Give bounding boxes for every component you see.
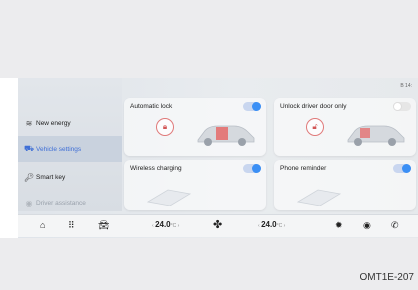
sidebar-item-new-energy[interactable]: ≋ New energy bbox=[18, 110, 122, 136]
right-temp-value: 24.0 bbox=[261, 220, 277, 229]
status-bar: B 14: bbox=[400, 83, 412, 89]
charging-pad-illustration bbox=[146, 189, 192, 206]
sidebar-item-label: New energy bbox=[36, 119, 71, 127]
toggle-knob bbox=[252, 164, 261, 173]
right-temperature[interactable]: ‹ 24.0°C › bbox=[258, 220, 285, 229]
unlock-icon: 🔓︎ bbox=[306, 118, 324, 136]
sidebar-item-top[interactable] bbox=[18, 86, 122, 112]
toggle-knob bbox=[402, 164, 411, 173]
car-illustration bbox=[197, 125, 255, 146]
infotainment-screen: B 14: ≋ New energy ⛟ Vehicle settings 🔑︎… bbox=[18, 78, 418, 238]
toggle-knob bbox=[393, 102, 402, 111]
sidebar-item-driver-assistance[interactable]: ◉ Driver assistance bbox=[18, 190, 122, 216]
toggle-knob bbox=[252, 102, 261, 111]
card-automatic-lock[interactable]: Automatic lock 🔒︎ bbox=[124, 98, 266, 156]
energy-icon: ≋ bbox=[25, 118, 33, 128]
sidebar-item-label: Vehicle settings bbox=[36, 145, 82, 153]
phone-reminder-toggle[interactable] bbox=[393, 164, 411, 173]
card-unlock-driver-door[interactable]: Unlock driver door only 🔓︎ bbox=[274, 98, 416, 156]
bottom-background bbox=[0, 238, 418, 290]
key-icon: 🔑︎ bbox=[23, 172, 35, 182]
card-wireless-charging[interactable]: Wireless charging bbox=[124, 160, 266, 210]
bottom-dock: ⌂ ⠿ 🚘︎ ‹ 24.0°C › ✤ ‹ 24.0°C › ✹ ◉ ✆ bbox=[18, 214, 418, 237]
assist-icon: ◉ bbox=[25, 198, 33, 208]
unlock-driver-door-toggle[interactable] bbox=[393, 102, 411, 111]
sidebar: ≋ New energy ⛟ Vehicle settings 🔑︎ Smart… bbox=[18, 78, 122, 211]
home-icon[interactable]: ⌂ bbox=[40, 220, 45, 230]
lock-icon: 🔒︎ bbox=[156, 118, 174, 136]
figure-code: OMT1E-207 bbox=[359, 272, 414, 283]
left-temperature[interactable]: ‹ 24.0°C › bbox=[152, 220, 179, 229]
card-title: Phone reminder bbox=[280, 165, 327, 172]
card-title: Unlock driver door only bbox=[280, 103, 347, 110]
wireless-charging-toggle[interactable] bbox=[243, 164, 261, 173]
phone-icon[interactable]: ✆ bbox=[391, 220, 399, 231]
card-phone-reminder[interactable]: Phone reminder bbox=[274, 160, 416, 210]
fan-icon[interactable]: ✤ bbox=[213, 218, 222, 231]
settings-icon[interactable]: ✹ bbox=[335, 220, 343, 231]
apps-icon[interactable]: ⠿ bbox=[68, 220, 75, 231]
car-illustration bbox=[347, 125, 405, 146]
sidebar-item-smart-key[interactable]: 🔑︎ Smart key bbox=[18, 164, 122, 190]
temp-up-arrow-right[interactable]: › bbox=[282, 223, 286, 229]
card-title: Automatic lock bbox=[130, 103, 173, 110]
sidebar-item-label: Driver assistance bbox=[36, 199, 86, 207]
media-icon[interactable]: ◉ bbox=[363, 220, 371, 231]
left-temp-value: 24.0 bbox=[155, 220, 171, 229]
automatic-lock-toggle[interactable] bbox=[243, 102, 261, 111]
card-title: Wireless charging bbox=[130, 165, 182, 172]
top-background bbox=[0, 0, 418, 78]
sidebar-item-label: Smart key bbox=[36, 173, 66, 181]
sidebar-item-vehicle-settings[interactable]: ⛟ Vehicle settings bbox=[18, 136, 122, 162]
car-icon[interactable]: 🚘︎ bbox=[98, 220, 109, 231]
phone-illustration bbox=[296, 189, 342, 206]
temp-up-arrow-left[interactable]: › bbox=[176, 223, 180, 229]
vehicle-settings-icon: ⛟ bbox=[23, 144, 35, 153]
